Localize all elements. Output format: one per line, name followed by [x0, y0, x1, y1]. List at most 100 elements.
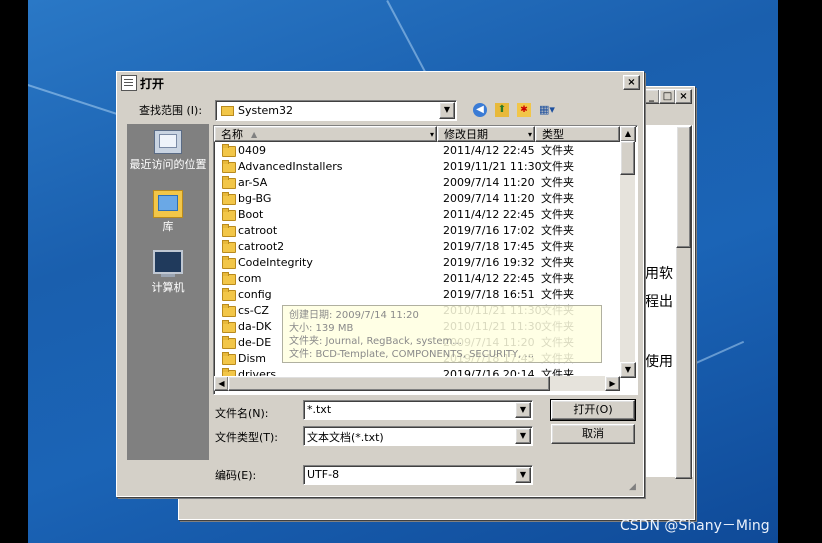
- tooltip-size: 大小: 139 MB: [289, 323, 354, 334]
- computer-label: 计算机: [151, 281, 185, 294]
- close-button[interactable]: ×: [623, 75, 640, 90]
- file-name: AdvancedInstallers: [238, 160, 343, 173]
- back-icon[interactable]: ◀: [473, 103, 487, 117]
- column-name[interactable]: 名称 ▲ ▾: [214, 126, 437, 142]
- column-type[interactable]: 类型: [535, 126, 620, 142]
- file-row[interactable]: AdvancedInstallers 2019/11/21 11:30 文件夹: [214, 159, 615, 175]
- file-date: 2019/7/18 17:45: [443, 240, 535, 253]
- file-type: 文件夹: [541, 288, 574, 301]
- lookin-combobox[interactable]: System32 ▼: [215, 100, 457, 121]
- background-text: 使用: [645, 354, 673, 370]
- column-date[interactable]: 修改日期 ▾: [437, 126, 535, 142]
- file-row[interactable]: ar-SA 2009/7/14 11:20 文件夹: [214, 175, 615, 191]
- computer-icon: [153, 250, 183, 274]
- horizontal-scroll-thumb[interactable]: [228, 376, 550, 391]
- file-name: 0409: [238, 144, 266, 157]
- folder-icon: [222, 192, 236, 205]
- new-folder-icon[interactable]: ✱: [517, 103, 531, 117]
- file-name: Dism: [238, 352, 266, 365]
- filetype-label: 文件类型(T):: [215, 431, 279, 444]
- folder-icon: [222, 208, 236, 221]
- filetype-select[interactable]: 文本文档(*.txt) ▼: [303, 426, 533, 446]
- file-name: config: [238, 288, 272, 301]
- file-row[interactable]: CodeIntegrity 2019/7/16 19:32 文件夹: [214, 255, 615, 271]
- file-row[interactable]: 0409 2011/4/12 22:45 文件夹: [214, 143, 615, 159]
- chevron-down-icon[interactable]: ▼: [515, 467, 531, 483]
- file-date: 2009/7/14 11:20: [443, 192, 535, 205]
- file-name: catroot2: [238, 240, 285, 253]
- scroll-up-icon[interactable]: ▲: [620, 126, 636, 142]
- lookin-label: 查找范围 (I):: [139, 104, 203, 117]
- file-row[interactable]: Boot 2011/4/12 22:45 文件夹: [214, 207, 615, 223]
- file-name: com: [238, 272, 262, 285]
- notepad-icon: [121, 75, 137, 91]
- filename-input[interactable]: *.txt ▼: [303, 400, 533, 420]
- lookin-value: System32: [238, 104, 294, 117]
- column-name-label: 名称: [221, 128, 243, 141]
- resize-grip-icon[interactable]: ◢: [629, 482, 636, 492]
- chevron-down-icon[interactable]: ▾: [430, 127, 434, 143]
- maximize-button[interactable]: □: [659, 89, 676, 104]
- scroll-thumb[interactable]: [620, 141, 635, 175]
- folder-icon: [222, 256, 236, 269]
- background-scroll-thumb[interactable]: [676, 126, 691, 248]
- folder-icon: [222, 160, 236, 173]
- file-row[interactable]: catroot2 2019/7/18 17:45 文件夹: [214, 239, 615, 255]
- view-menu-icon[interactable]: ▦▾: [539, 103, 561, 117]
- recent-places[interactable]: 最近访问的位置: [127, 130, 209, 186]
- file-type: 文件夹: [541, 256, 574, 269]
- open-button[interactable]: 打开(O): [550, 399, 636, 421]
- minimize-button[interactable]: _: [643, 89, 660, 104]
- wallpaper-streak: [386, 0, 431, 81]
- vertical-scrollbar[interactable]: ▲ ▼: [620, 126, 636, 378]
- tooltip-folders: 文件夹: Journal, RegBack, system...: [289, 336, 462, 347]
- folder-icon: [222, 272, 236, 285]
- scroll-right-icon[interactable]: ▶: [605, 376, 620, 391]
- file-row[interactable]: com 2011/4/12 22:45 文件夹: [214, 271, 615, 287]
- filename-label: 文件名(N):: [215, 407, 269, 420]
- encoding-select[interactable]: UTF-8 ▼: [303, 465, 533, 485]
- folder-icon: [222, 336, 236, 349]
- up-folder-icon[interactable]: ⬆: [495, 103, 509, 117]
- chevron-down-icon[interactable]: ▼: [439, 102, 455, 119]
- folder-icon: [222, 224, 236, 237]
- sort-up-icon: ▲: [251, 130, 258, 139]
- scroll-left-icon[interactable]: ◀: [214, 376, 229, 391]
- open-dialog: 打开 × 查找范围 (I): System32 ▼ ◀ ⬆ ✱ ▦▾ 最近访问的…: [116, 71, 644, 497]
- folder-icon: [222, 288, 236, 301]
- libraries[interactable]: 库: [127, 190, 209, 238]
- filename-value: *.txt: [307, 403, 332, 416]
- file-type: 文件夹: [541, 224, 574, 237]
- chevron-down-icon[interactable]: ▼: [515, 402, 531, 418]
- computer[interactable]: 计算机: [127, 250, 209, 300]
- places-bar: 最近访问的位置 库 计算机: [127, 124, 209, 460]
- file-row[interactable]: catroot 2019/7/16 17:02 文件夹: [214, 223, 615, 239]
- libraries-icon: [153, 190, 183, 218]
- horizontal-scrollbar[interactable]: ◀ ▶: [214, 376, 620, 391]
- folder-tooltip: 创建日期: 2009/7/14 11:20 大小: 139 MB 文件夹: Jo…: [282, 305, 602, 363]
- tooltip-files: 文件: BCD-Template, COMPONENTS, SECURITY, …: [289, 349, 535, 360]
- file-date: 2019/7/18 16:51: [443, 288, 535, 301]
- chevron-down-icon[interactable]: ▼: [515, 428, 531, 444]
- file-type: 文件夹: [541, 176, 574, 189]
- background-scrollbar[interactable]: [675, 125, 692, 479]
- file-row[interactable]: config 2019/7/18 16:51 文件夹: [214, 287, 615, 303]
- file-row[interactable]: bg-BG 2009/7/14 11:20 文件夹: [214, 191, 615, 207]
- cancel-button[interactable]: 取消: [551, 424, 635, 444]
- background-text: 程出: [645, 294, 673, 310]
- file-date: 2019/11/21 11:30: [443, 160, 542, 173]
- chevron-down-icon[interactable]: ▾: [528, 127, 532, 143]
- file-date: 2011/4/12 22:45: [443, 272, 535, 285]
- background-text: 用软: [645, 266, 673, 282]
- scroll-down-icon[interactable]: ▼: [620, 362, 636, 378]
- dialog-title: 打开: [140, 77, 165, 91]
- folder-icon: [222, 144, 236, 157]
- encoding-value: UTF-8: [307, 468, 340, 481]
- close-button[interactable]: ×: [675, 89, 692, 104]
- libraries-label: 库: [162, 220, 174, 233]
- folder-icon: [222, 240, 236, 253]
- file-type: 文件夹: [541, 160, 574, 173]
- file-type: 文件夹: [541, 272, 574, 285]
- file-name: cs-CZ: [238, 304, 269, 317]
- file-date: 2011/4/12 22:45: [443, 208, 535, 221]
